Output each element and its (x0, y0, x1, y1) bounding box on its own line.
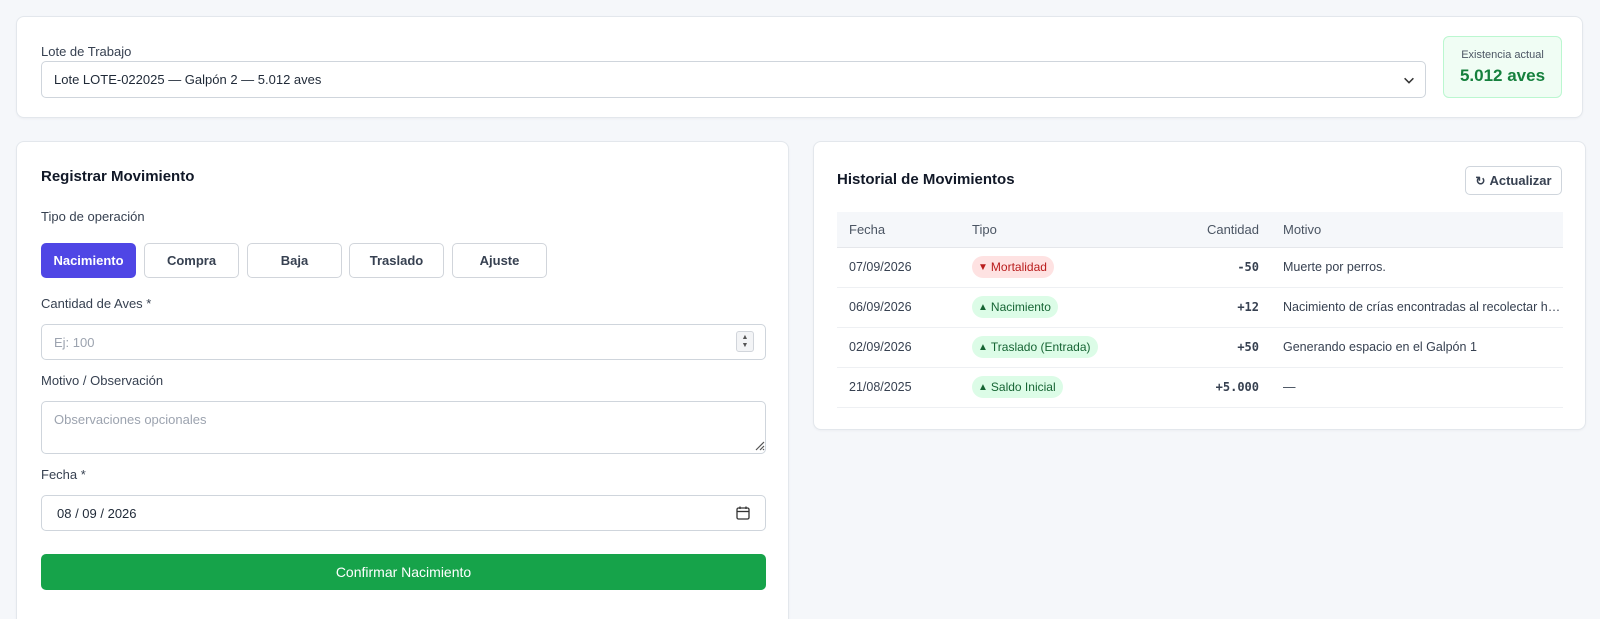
refresh-button[interactable]: ↻ Actualizar (1465, 166, 1562, 195)
tipo-label: Nacimiento (990, 300, 1051, 314)
cell-motivo: Generando espacio en el Galpón 1 (1271, 327, 1563, 368)
tipo-badge: ▼ Mortalidad (972, 256, 1054, 278)
resize-handle-icon[interactable] (753, 439, 765, 451)
refresh-label: Actualizar (1489, 173, 1552, 188)
cell-fecha: 06/09/2026 (837, 287, 960, 328)
cell-fecha: 21/08/2025 (837, 367, 960, 408)
table-row: 21/08/2025 ▲ Saldo Inicial +5.000 — (837, 367, 1563, 408)
stepper-down-icon: ▼ (741, 341, 749, 349)
motivo-label: Motivo / Observación (41, 373, 164, 388)
op-button-nacimiento[interactable]: Nacimiento (41, 243, 136, 278)
tipo-label: Traslado (Entrada) (990, 340, 1091, 354)
cell-cantidad: +5.000 (1106, 367, 1271, 408)
triangle-down-icon: ▼ (978, 261, 988, 273)
lote-select[interactable]: Lote LOTE-022025 — Galpón 2 — 5.012 aves (41, 61, 1426, 98)
calendar-icon[interactable] (735, 505, 751, 521)
confirm-button[interactable]: Confirmar Nacimiento (41, 554, 766, 590)
stepper-up-icon: ▲ (741, 333, 749, 341)
tipo-badge: ▲ Traslado (Entrada) (972, 336, 1098, 358)
cantidad-label: Cantidad de Aves * (41, 296, 152, 311)
lote-label: Lote de Trabajo (41, 44, 132, 59)
cell-cantidad: -50 (1106, 247, 1271, 288)
column-header-motivo: Motivo (1271, 212, 1563, 248)
op-button-compra[interactable]: Compra (144, 243, 239, 278)
cell-motivo: Nacimiento de crías encontradas al recol… (1271, 287, 1563, 328)
fecha-label: Fecha * (41, 467, 86, 482)
cell-fecha: 07/09/2026 (837, 247, 960, 288)
cell-motivo: Muerte por perros. (1271, 247, 1563, 288)
tipo-label: Mortalidad (990, 260, 1047, 274)
motivo-textarea[interactable] (41, 401, 766, 454)
fecha-value: 08 / 09 / 2026 (57, 505, 137, 521)
table-header-row: Fecha Tipo Cantidad Motivo (837, 212, 1563, 248)
op-button-traslado[interactable]: Traslado (349, 243, 444, 278)
column-header-cantidad: Cantidad (1106, 212, 1271, 248)
cell-motivo: — (1271, 367, 1563, 408)
table-row: 06/09/2026 ▲ Nacimiento +12 Nacimiento de… (837, 287, 1563, 328)
fecha-input[interactable]: 08 / 09 / 2026 (41, 495, 766, 531)
table-row: 02/09/2026 ▲ Traslado (Entrada) +50 Gener… (837, 327, 1563, 368)
history-title: Historial de Movimientos (837, 171, 1015, 188)
movement-form-card: Registrar Movimiento Tipo de operación N… (16, 141, 789, 619)
existencia-badge: Existencia actual 5.012 aves (1443, 36, 1562, 98)
tipo-label: Tipo de operación (41, 209, 145, 224)
cell-fecha: 02/09/2026 (837, 327, 960, 368)
cell-cantidad: +50 (1106, 327, 1271, 368)
existencia-value: 5.012 aves (1459, 66, 1546, 85)
history-card: Historial de Movimientos ↻ Actualizar Fe… (813, 141, 1586, 430)
refresh-icon: ↻ (1475, 173, 1486, 188)
triangle-up-icon: ▲ (978, 381, 988, 393)
op-button-baja[interactable]: Baja (247, 243, 342, 278)
chevron-down-icon (1404, 77, 1414, 84)
quantity-stepper[interactable]: ▲ ▼ (736, 331, 754, 352)
cantidad-input[interactable] (41, 324, 766, 360)
lote-select-value: Lote LOTE-022025 — Galpón 2 — 5.012 aves (54, 72, 322, 87)
tipo-badge: ▲ Saldo Inicial (972, 376, 1063, 398)
cell-cantidad: +12 (1106, 287, 1271, 328)
table-row: 07/09/2026 ▼ Mortalidad -50 Muerte por pe… (837, 247, 1563, 288)
triangle-up-icon: ▲ (978, 341, 988, 353)
op-button-ajuste[interactable]: Ajuste (452, 243, 547, 278)
tipo-badge: ▲ Nacimiento (972, 296, 1058, 318)
existencia-label: Existencia actual (1461, 49, 1544, 61)
tipo-label: Saldo Inicial (990, 380, 1056, 394)
lote-selector-card: Lote de Trabajo Lote LOTE-022025 — Galpó… (16, 16, 1583, 118)
column-header-fecha: Fecha (837, 212, 960, 248)
form-title: Registrar Movimiento (41, 168, 195, 185)
history-table: Fecha Tipo Cantidad Motivo 07/09/2026 ▼ M… (837, 212, 1563, 408)
column-header-tipo: Tipo (960, 212, 1106, 248)
triangle-up-icon: ▲ (978, 301, 988, 313)
